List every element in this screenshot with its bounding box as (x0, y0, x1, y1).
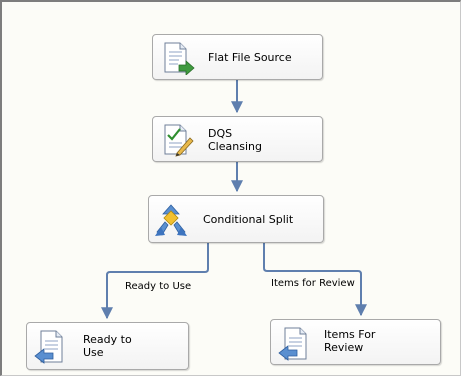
dqs-cleansing-icon (161, 123, 195, 161)
node-label: Items For Review (324, 328, 376, 354)
node-label: Ready to Use (83, 333, 132, 359)
flat-file-source-icon (161, 41, 195, 79)
data-flow-canvas[interactable]: Flat File Source DQS Cleansing Condition… (0, 0, 461, 376)
ready-to-use-node[interactable]: Ready to Use (26, 322, 189, 370)
path-label-items-for-review: Items for Review (271, 278, 355, 289)
path-label-ready-to-use: Ready to Use (125, 281, 192, 292)
destination-icon (277, 326, 311, 366)
node-label: Conditional Split (203, 213, 294, 226)
flat-file-source-node[interactable]: Flat File Source (152, 34, 323, 80)
node-label: Flat File Source (208, 51, 292, 64)
node-label: DQS Cleansing (208, 127, 262, 153)
conditional-split-node[interactable]: Conditional Split (148, 195, 324, 243)
conditional-split-icon (153, 202, 189, 242)
items-for-review-node[interactable]: Items For Review (270, 319, 441, 365)
destination-icon (33, 329, 67, 369)
dqs-cleansing-node[interactable]: DQS Cleansing (152, 116, 323, 162)
